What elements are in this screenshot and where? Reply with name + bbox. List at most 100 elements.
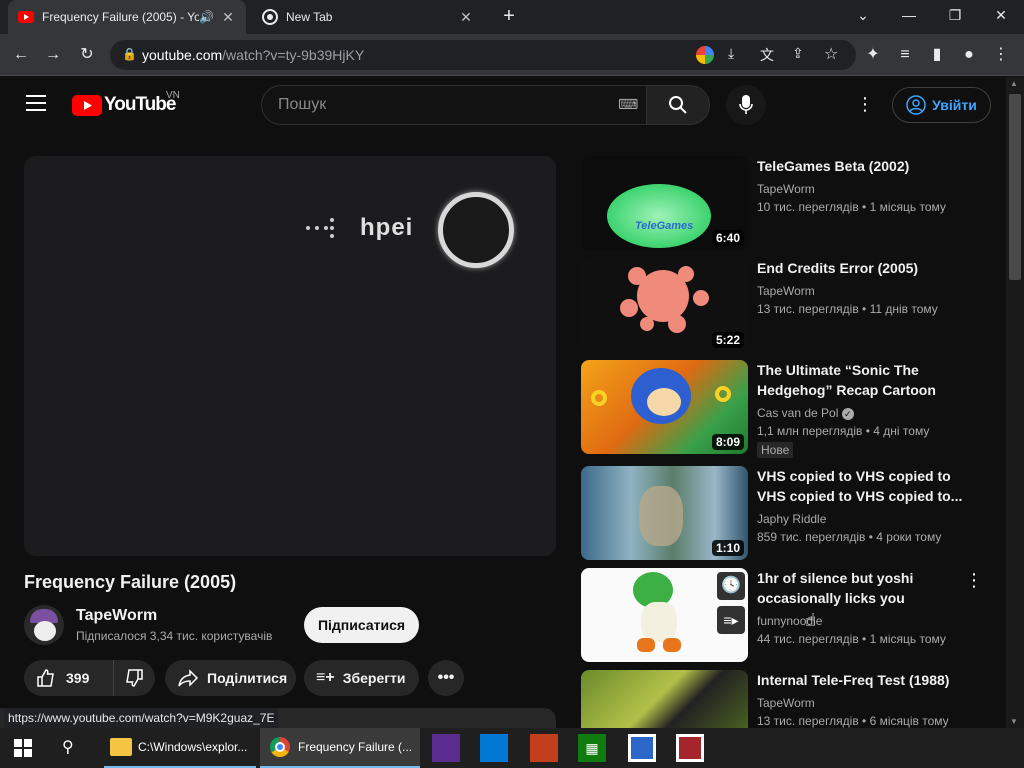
- google-icon[interactable]: [696, 46, 714, 64]
- scroll-down-icon[interactable]: ▼: [1010, 717, 1018, 726]
- channel-avatar[interactable]: [24, 605, 64, 645]
- scrollbar-thumb[interactable]: [1009, 94, 1021, 280]
- share-icon[interactable]: ⇪: [792, 45, 804, 62]
- recommendation-item[interactable]: 1:10 VHS copied to VHS copied to VHS cop…: [581, 466, 1001, 562]
- share-button[interactable]: Поділитися: [165, 660, 296, 696]
- voice-search-button[interactable]: [726, 85, 766, 125]
- video-player[interactable]: hpei: [24, 156, 556, 556]
- windows-taskbar: ⚲ C:\Windows\explor... Frequency Failure…: [0, 728, 1024, 768]
- recommendation-item[interactable]: TeleGames 6:40 TeleGames Beta (2002) Tap…: [581, 156, 1001, 252]
- youtube-logo[interactable]: YouTube: [72, 94, 176, 118]
- restore-button[interactable]: ❐: [932, 0, 978, 30]
- recommendation-channel[interactable]: TapeWorm: [757, 284, 815, 298]
- sign-in-label: Увійти: [932, 97, 977, 113]
- like-dislike-group: 399: [24, 660, 155, 696]
- description-box[interactable]: https://www.youtube.com/watch?v=M9K2guaz…: [0, 708, 556, 728]
- new-badge: Нове: [757, 442, 794, 458]
- browser-tab-strip: Frequency Failure (2005) - YouTube 🔊 ✕ N…: [0, 0, 1024, 34]
- profile-icon[interactable]: ●: [958, 44, 980, 66]
- hamburger-menu-icon[interactable]: [26, 95, 46, 111]
- taskbar-visual-studio-icon[interactable]: [432, 734, 460, 762]
- video-thumbnail[interactable]: [581, 670, 748, 728]
- address-bar[interactable]: 🔒 youtube.com/watch?v=ty-9b39HjKY ⤓ 文 ⇪ …: [110, 40, 856, 70]
- recommendation-meta: 13 тис. переглядів • 6 місяців тому: [757, 714, 949, 728]
- new-tab-button[interactable]: +: [496, 4, 522, 30]
- tab-youtube[interactable]: Frequency Failure (2005) - YouTube 🔊 ✕: [8, 0, 246, 34]
- recommendation-item[interactable]: 🕓 ≡▸ 1hr of silence but yoshi occasional…: [581, 568, 1001, 664]
- lock-icon[interactable]: 🔒: [122, 47, 137, 61]
- chrome-favicon-icon: [262, 9, 278, 25]
- recommendation-channel[interactable]: TapeWorm: [757, 696, 815, 710]
- duration-badge: 6:40: [711, 230, 744, 246]
- recommendation-meta: 10 тис. переглядів • 1 місяць тому: [757, 200, 946, 214]
- thumbs-down-icon: [126, 669, 143, 687]
- video-thumbnail[interactable]: TeleGames 6:40: [581, 156, 748, 250]
- taskbar-app-window-icon[interactable]: [628, 734, 656, 762]
- video-thumbnail[interactable]: 🕓 ≡▸: [581, 568, 748, 662]
- subscriber-count: Підписалося 3,34 тис. користувачів: [76, 629, 273, 643]
- recommendation-meta: 44 тис. переглядів • 1 місяць тому: [757, 632, 946, 646]
- ring-graphic: [438, 192, 514, 268]
- taskbar-app-blue-icon[interactable]: [480, 734, 508, 762]
- channel-name[interactable]: TapeWorm: [76, 607, 157, 625]
- youtube-favicon-icon: [18, 11, 34, 23]
- recommendation-channel[interactable]: TapeWorm: [757, 182, 815, 196]
- search-button[interactable]: [646, 85, 710, 125]
- taskbar-powerpoint-icon[interactable]: [530, 734, 558, 762]
- chrome-menu-icon[interactable]: ⋮: [990, 44, 1012, 66]
- subscribe-button[interactable]: Підписатися: [304, 607, 419, 643]
- install-icon[interactable]: ⤓: [728, 45, 734, 62]
- minimize-button[interactable]: —: [886, 0, 932, 30]
- save-label: Зберегти: [342, 670, 406, 686]
- recommendation-item[interactable]: 8:09 The Ultimate “Sonic The Hedgehog” R…: [581, 360, 1001, 458]
- add-to-queue-icon[interactable]: ≡▸: [717, 606, 745, 634]
- video-thumbnail[interactable]: 1:10: [581, 466, 748, 560]
- tab-title: New Tab: [286, 10, 333, 24]
- taskbar-file-explorer[interactable]: C:\Windows\explor...: [104, 728, 256, 768]
- like-button[interactable]: 399: [24, 660, 114, 696]
- recommendation-item[interactable]: 5:22 End Credits Error (2005) TapeWorm 1…: [581, 258, 1001, 354]
- url-text[interactable]: youtube.com/watch?v=ty-9b39HjKY: [142, 40, 364, 70]
- close-tab-icon[interactable]: ✕: [220, 9, 236, 26]
- video-thumbnail[interactable]: 5:22: [581, 258, 748, 352]
- scroll-up-icon[interactable]: ▲: [1010, 79, 1018, 88]
- translate-icon[interactable]: 文: [760, 45, 774, 65]
- taskbar-app-red-icon[interactable]: [676, 734, 704, 762]
- taskbar-search-icon[interactable]: ⚲: [62, 737, 74, 757]
- save-button[interactable]: ≡+ Зберегти: [304, 660, 419, 696]
- folder-icon: [110, 738, 132, 756]
- dislike-button[interactable]: [114, 660, 154, 696]
- tab-new-tab[interactable]: New Tab ✕: [252, 0, 484, 34]
- watch-later-icon[interactable]: 🕓: [717, 572, 745, 600]
- video-overlay-text: hpei: [360, 214, 414, 241]
- extensions-icon[interactable]: ✦: [862, 44, 884, 66]
- taskbar-chrome[interactable]: Frequency Failure (...: [260, 728, 420, 768]
- video-thumbnail[interactable]: 8:09: [581, 360, 748, 454]
- recommendation-title: The Ultimate “Sonic The Hedgehog” Recap …: [757, 362, 936, 398]
- item-menu-icon[interactable]: ⋮: [965, 570, 983, 591]
- sign-in-button[interactable]: Увійти: [892, 87, 991, 123]
- back-icon[interactable]: ←: [10, 44, 32, 66]
- forward-icon[interactable]: →: [42, 44, 64, 66]
- speaker-icon[interactable]: 🔊: [199, 10, 214, 24]
- windows-start-icon[interactable]: [14, 739, 32, 757]
- reload-icon[interactable]: ↻: [76, 44, 98, 66]
- region-code: VN: [166, 90, 180, 101]
- taskbar-calculator-icon[interactable]: ▦: [578, 734, 606, 762]
- more-actions-button[interactable]: •••: [428, 660, 464, 696]
- thumbnail-text: TeleGames: [635, 220, 694, 232]
- microphone-icon: [739, 95, 753, 114]
- close-tab-icon[interactable]: ✕: [458, 9, 474, 26]
- recommendation-channel[interactable]: Cas van de Pol ✓: [757, 406, 854, 420]
- youtube-wordmark: YouTube: [104, 94, 176, 115]
- side-panel-icon[interactable]: ▮: [926, 44, 948, 66]
- tab-search-icon[interactable]: ⌄: [840, 0, 886, 30]
- recommendation-item[interactable]: Internal Tele-Freq Test (1988) TapeWorm …: [581, 670, 1001, 728]
- media-control-icon[interactable]: ≡: [894, 44, 916, 66]
- recommendation-channel[interactable]: Japhy Riddle: [757, 512, 826, 526]
- search-input[interactable]: Пошук ⌨: [261, 85, 647, 125]
- bookmark-star-icon[interactable]: ☆: [824, 44, 838, 64]
- more-options-icon[interactable]: ⋮: [856, 94, 874, 116]
- close-window-button[interactable]: ✕: [978, 0, 1024, 30]
- keyboard-icon[interactable]: ⌨: [618, 96, 638, 113]
